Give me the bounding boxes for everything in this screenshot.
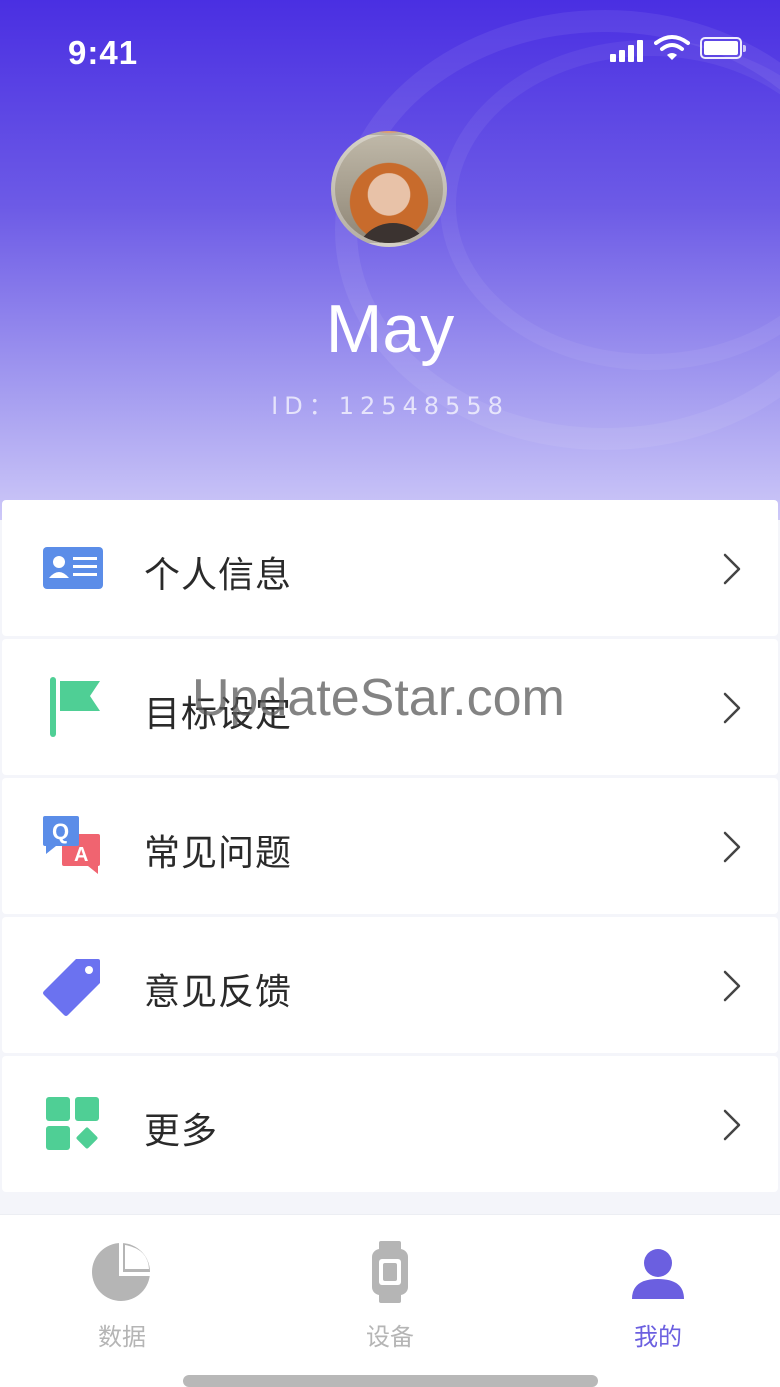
profile-id: ID：12548558: [271, 392, 509, 420]
avatar[interactable]: [331, 131, 447, 247]
chevron-right-icon: [723, 692, 741, 724]
menu-item-label: 意见反馈: [144, 972, 293, 1013]
grid-icon: [46, 1097, 99, 1150]
status-bar: 9:41: [0, 0, 780, 100]
home-indicator[interactable]: [183, 1375, 598, 1387]
menu-item-feedback[interactable]: 意见反馈: [2, 917, 778, 1053]
watch-icon: [372, 1241, 408, 1303]
chevron-right-icon: [723, 831, 741, 863]
menu-item-more[interactable]: 更多: [2, 1056, 778, 1192]
svg-text:Q: Q: [52, 819, 69, 844]
signal-icon: [610, 38, 648, 62]
tab-label: 设备: [366, 1323, 414, 1351]
menu-item-faq[interactable]: Q A 常见问题: [2, 778, 778, 914]
menu-item-personal-info[interactable]: 个人信息: [2, 500, 778, 636]
status-time: 9:41: [68, 34, 139, 71]
flag-icon: [50, 677, 100, 737]
tab-data[interactable]: 数据: [57, 1241, 187, 1351]
profile-header: 9:41 May ID：12548558: [0, 0, 780, 520]
chevron-right-icon: [723, 553, 741, 585]
tab-label: 我的: [634, 1323, 682, 1351]
id-card-icon: [43, 547, 103, 589]
svg-text:A: A: [74, 844, 88, 866]
tab-label: 数据: [98, 1323, 146, 1351]
wifi-icon: [654, 35, 690, 60]
tab-devices[interactable]: 设备: [325, 1241, 455, 1351]
chevron-right-icon: [723, 970, 741, 1002]
settings-menu: 个人信息 目标设定 Q A 常见问题 意见反馈 更多: [2, 500, 778, 1195]
tab-mine[interactable]: 我的: [593, 1241, 723, 1351]
user-icon: [632, 1249, 684, 1299]
chevron-right-icon: [723, 1109, 741, 1141]
battery-icon: [700, 37, 746, 59]
profile-name: May: [325, 291, 455, 367]
qa-icon: Q A: [43, 816, 100, 874]
tab-bar: 数据 设备 我的: [0, 1214, 780, 1387]
menu-item-label: 个人信息: [144, 555, 293, 596]
pie-chart-icon: [92, 1243, 151, 1301]
menu-item-goal-setting[interactable]: 目标设定: [2, 639, 778, 775]
menu-item-label: 目标设定: [144, 694, 293, 735]
menu-item-label: 更多: [144, 1111, 219, 1152]
menu-item-label: 常见问题: [144, 833, 293, 874]
tag-icon: [43, 959, 100, 1016]
